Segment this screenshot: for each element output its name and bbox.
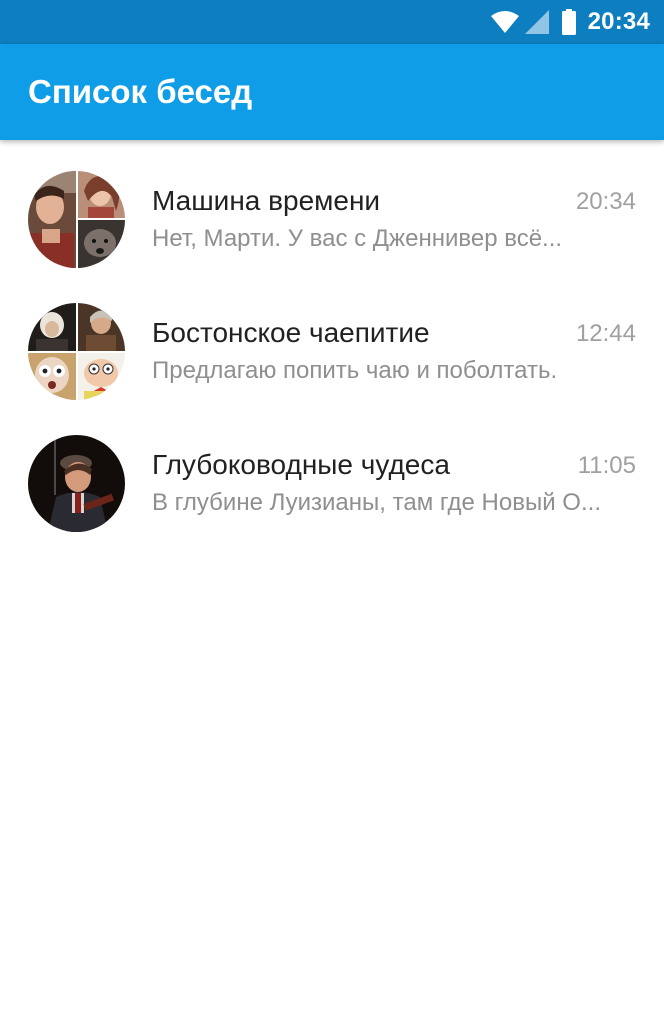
conversation-time: 12:44	[575, 320, 636, 347]
conversation-time: 11:05	[577, 452, 636, 479]
cell-signal-icon	[524, 9, 550, 35]
conversation-list: Машина времени 20:34 Нет, Марти. У вас с…	[0, 140, 664, 536]
conversation-item[interactable]: Машина времени 20:34 Нет, Марти. У вас с…	[0, 140, 664, 272]
conversation-title: Машина времени	[152, 185, 381, 216]
page-title: Список бесед	[28, 73, 253, 110]
avatar-image	[28, 303, 125, 400]
conversation-preview: Нет, Марти. У вас с Дженнивер всё...	[152, 225, 563, 252]
conversation-time: 20:34	[575, 188, 636, 215]
avatar-image	[28, 171, 125, 268]
battery-icon	[561, 9, 576, 35]
contact-avatar	[28, 435, 125, 532]
status-bar: 20:34	[0, 0, 664, 44]
status-icons: 20:34	[490, 0, 650, 44]
avatar-image	[28, 435, 125, 532]
conversation-title: Глубоководные чудеса	[152, 449, 450, 480]
group-avatar	[28, 303, 125, 400]
status-time: 20:34	[587, 8, 650, 35]
group-avatar	[28, 171, 125, 268]
app-bar: Список бесед	[0, 44, 664, 140]
conversation-preview: Предлагаю попить чаю и поболтать.	[152, 357, 558, 384]
conversation-preview: В глубине Луизианы, там где Новый О...	[152, 489, 601, 516]
conversation-item[interactable]: Бостонское чаепитие 12:44 Предлагаю попи…	[0, 272, 664, 404]
conversation-title: Бостонское чаепитие	[152, 317, 430, 348]
conversation-item[interactable]: Глубоководные чудеса 11:05 В глубине Луи…	[0, 404, 664, 536]
wifi-icon	[490, 10, 520, 34]
